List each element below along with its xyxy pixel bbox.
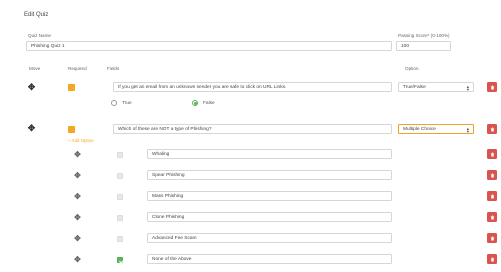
move-arrows-icon[interactable]: ✥ bbox=[73, 150, 82, 159]
correct-answer-checkbox[interactable] bbox=[117, 173, 123, 179]
question-type-select[interactable]: Multiple Choice ▴ ▾ bbox=[398, 124, 474, 134]
correct-answer-checkbox[interactable] bbox=[117, 194, 123, 200]
option-input[interactable]: Mass Phishing bbox=[147, 191, 392, 201]
column-option: Option bbox=[405, 66, 419, 71]
correct-answer-checkbox[interactable] bbox=[117, 152, 123, 158]
answer-radio[interactable] bbox=[111, 100, 117, 106]
delete-option-button[interactable] bbox=[487, 191, 497, 201]
correct-answer-checkbox[interactable] bbox=[117, 236, 123, 242]
move-arrows-icon[interactable]: ✥ bbox=[73, 192, 82, 201]
question-text: If you get an email from an unknown send… bbox=[118, 84, 287, 90]
add-option-link[interactable]: + Add Option bbox=[68, 138, 94, 143]
correct-answer-checkbox[interactable] bbox=[117, 215, 123, 221]
trash-icon bbox=[490, 236, 494, 240]
delete-question-button[interactable] bbox=[487, 124, 497, 134]
move-arrows-icon[interactable]: ✥ bbox=[27, 124, 36, 133]
option-input[interactable]: Clone Phishing bbox=[147, 212, 392, 222]
correct-answer-checkbox[interactable] bbox=[117, 257, 123, 263]
trash-icon bbox=[490, 152, 494, 156]
required-checkbox[interactable] bbox=[68, 84, 75, 91]
delete-option-button[interactable] bbox=[487, 170, 497, 180]
answer-label: False bbox=[203, 100, 215, 106]
option-input[interactable]: Whaling bbox=[147, 149, 392, 159]
option-text: Whaling bbox=[152, 151, 170, 157]
option-text: Clone Phishing bbox=[152, 214, 185, 220]
quiz-name-value: Phishing Quiz 1 bbox=[31, 43, 65, 49]
move-arrows-icon[interactable]: ✥ bbox=[73, 255, 82, 264]
option-text: Mass Phishing bbox=[152, 193, 184, 199]
trash-icon bbox=[490, 85, 494, 89]
quiz-name-label: Quiz Name bbox=[28, 33, 51, 38]
passing-score-value: 100 bbox=[401, 43, 410, 49]
delete-option-button[interactable] bbox=[487, 233, 497, 243]
move-arrows-icon[interactable]: ✥ bbox=[73, 171, 82, 180]
trash-icon bbox=[490, 127, 494, 131]
option-text: None of the Above bbox=[152, 256, 192, 262]
trash-icon bbox=[490, 257, 494, 261]
option-text: Spear Phishing bbox=[152, 172, 185, 178]
column-required: Required bbox=[68, 66, 87, 71]
trash-icon bbox=[490, 173, 494, 177]
column-fields: Fields bbox=[107, 66, 120, 71]
delete-option-button[interactable] bbox=[487, 254, 497, 264]
required-checkbox[interactable] bbox=[68, 126, 75, 133]
quiz-name-input[interactable]: Phishing Quiz 1 bbox=[26, 41, 392, 51]
column-move: Move bbox=[29, 66, 41, 71]
answer-radio[interactable] bbox=[192, 100, 198, 106]
question-text: Which of these are NOT a type of Phishin… bbox=[118, 126, 212, 132]
trash-icon bbox=[490, 215, 494, 219]
delete-question-button[interactable] bbox=[487, 82, 497, 92]
delete-option-button[interactable] bbox=[487, 149, 497, 159]
question-input[interactable]: If you get an email from an unknown send… bbox=[113, 82, 392, 92]
page-title: Edit Quiz bbox=[24, 12, 49, 18]
question-type-value: Multiple Choice bbox=[403, 126, 436, 132]
passing-score-input[interactable]: 100 bbox=[396, 41, 451, 51]
passing-score-label: Passing Score* (0-100%) bbox=[398, 33, 450, 38]
delete-option-button[interactable] bbox=[487, 212, 497, 222]
move-arrows-icon[interactable]: ✥ bbox=[27, 83, 36, 92]
question-type-value: True/False bbox=[403, 84, 426, 90]
trash-icon bbox=[490, 194, 494, 198]
select-updown-icon: ▴ ▾ bbox=[466, 125, 469, 134]
select-updown-icon: ▴ ▾ bbox=[466, 83, 469, 92]
move-arrows-icon[interactable]: ✥ bbox=[73, 213, 82, 222]
option-input[interactable]: Advanced Fee Scam bbox=[147, 233, 392, 243]
question-input[interactable]: Which of these are NOT a type of Phishin… bbox=[113, 124, 392, 134]
move-arrows-icon[interactable]: ✥ bbox=[73, 234, 82, 243]
option-input[interactable]: None of the Above bbox=[147, 254, 392, 264]
answer-label: True bbox=[122, 100, 132, 106]
question-type-select[interactable]: True/False ▴ ▾ bbox=[398, 82, 474, 92]
option-input[interactable]: Spear Phishing bbox=[147, 170, 392, 180]
option-text: Advanced Fee Scam bbox=[152, 235, 197, 241]
